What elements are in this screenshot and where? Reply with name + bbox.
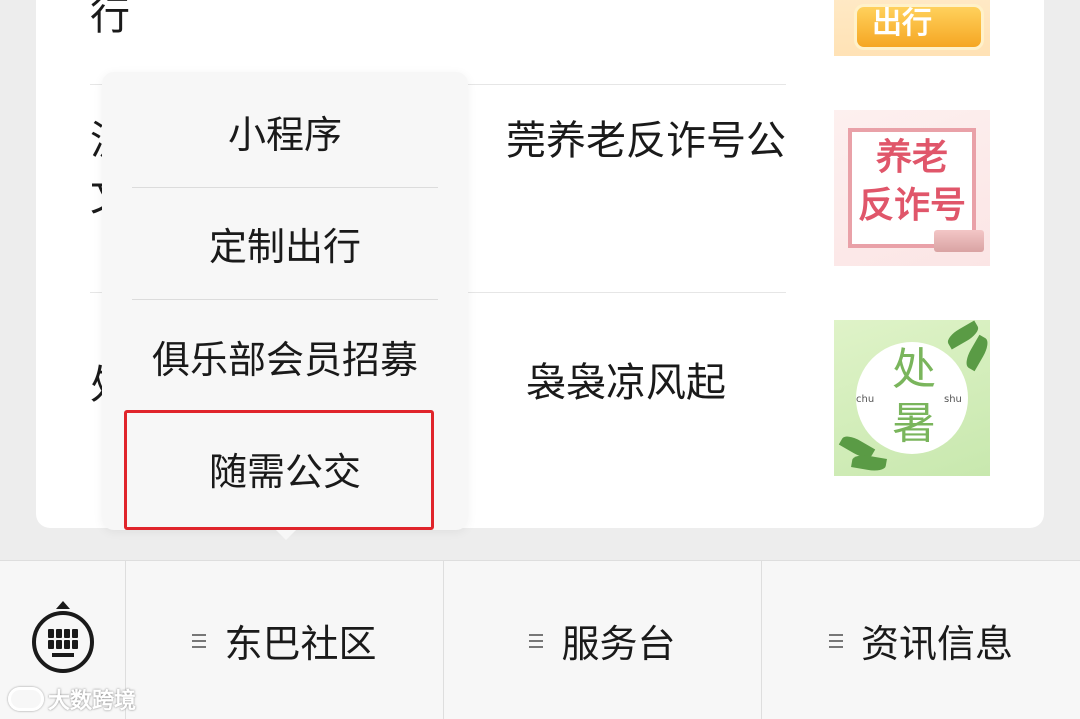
- menu-item-custom-travel[interactable]: 定制出行: [132, 188, 438, 300]
- highlight-box: [124, 410, 434, 530]
- watermark-logo-icon: [8, 687, 44, 711]
- menu-tab-label: 服务台: [561, 622, 676, 666]
- article-title: 行: [90, 0, 130, 39]
- menu-lines-icon: [529, 633, 544, 648]
- menu-tab-service-desk[interactable]: 服务台: [444, 561, 762, 719]
- keyboard-icon: [32, 611, 94, 673]
- menu-tab-community[interactable]: 东巴社区: [126, 561, 444, 719]
- menu-lines-icon: [828, 633, 843, 648]
- menu-tab-news[interactable]: 资讯信息: [762, 561, 1080, 719]
- thumbnail-text: 出行: [872, 6, 932, 41]
- menu-item-club-recruit[interactable]: 俱乐部会员招募: [132, 300, 438, 412]
- thumbnail-text: 反诈号: [857, 185, 966, 226]
- pinyin-label: shu: [944, 394, 962, 405]
- caret-up-icon: [56, 601, 70, 609]
- thumbnail-text: 暑: [892, 398, 936, 449]
- books-icon: [934, 230, 984, 252]
- watermark-text: 大数跨境: [48, 689, 137, 714]
- article-thumbnail[interactable]: 出行: [834, 0, 990, 56]
- watermark: 大数跨境: [8, 684, 136, 714]
- thumbnail-text: 养老: [875, 137, 948, 178]
- menu-tab-label: 东巴社区: [224, 622, 377, 666]
- menu-tab-label: 资讯信息: [860, 622, 1013, 666]
- pinyin-label: chu: [856, 394, 875, 405]
- menu-lines-icon: [192, 633, 207, 648]
- menu-item-mini-program[interactable]: 小程序: [132, 76, 438, 188]
- leaf-icon: [851, 453, 887, 473]
- bottom-menu-bar: 东巴社区 服务台 资讯信息: [0, 560, 1080, 719]
- article-thumbnail[interactable]: 养老 反诈号: [834, 110, 990, 266]
- article-thumbnail[interactable]: 处 暑 chu shu: [834, 320, 990, 476]
- thumbnail-text: 处: [892, 344, 936, 395]
